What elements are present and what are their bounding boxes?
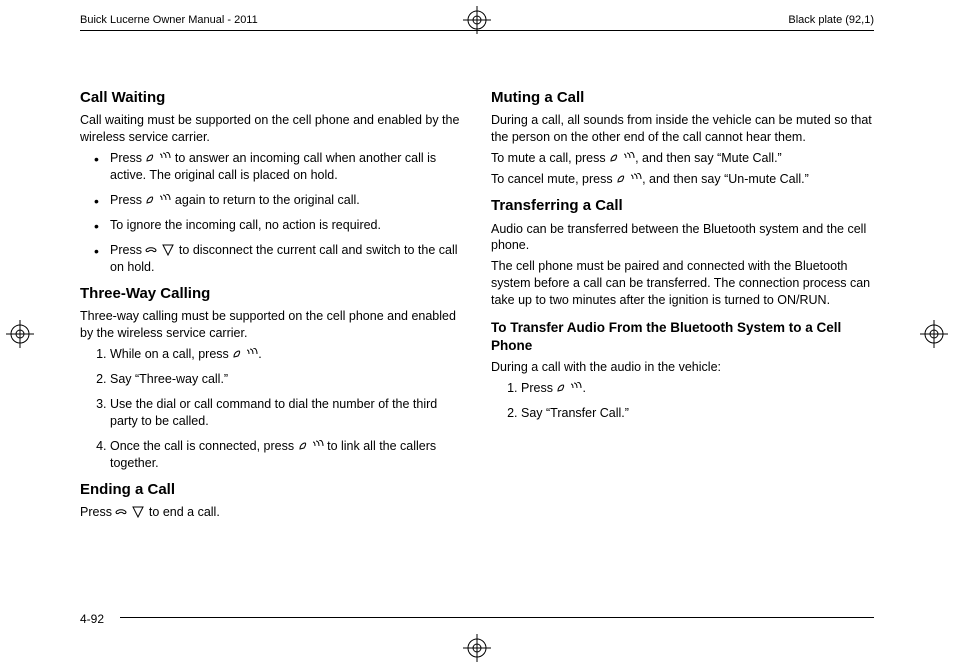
footer-rule	[120, 617, 874, 618]
heading-transfer-sub: To Transfer Audio From the Bluetooth Sys…	[491, 319, 874, 355]
text: .	[258, 347, 261, 361]
heading-ending: Ending a Call	[80, 480, 463, 500]
para: The cell phone must be paired and connec…	[491, 258, 874, 309]
para: Three-way calling must be supported on t…	[80, 308, 463, 342]
para: To cancel mute, press , and then say “Un…	[491, 171, 874, 188]
text: To mute a call, press	[491, 151, 609, 165]
text: Press	[110, 151, 145, 165]
phone-voice-icon	[556, 379, 582, 396]
list-item: Press to answer an incoming call when an…	[110, 150, 463, 184]
text: While on a call, press	[110, 347, 232, 361]
header-right: Black plate (92,1)	[788, 14, 874, 26]
text: To cancel mute, press	[491, 172, 616, 186]
text: , and then say “Un-mute Call.”	[642, 172, 809, 186]
para: During a call with the audio in the vehi…	[491, 359, 874, 376]
text: .	[582, 381, 585, 395]
step-list: Press . Say “Transfer Call.”	[491, 380, 874, 422]
crop-mark-left-icon	[6, 320, 34, 348]
list-item: Once the call is connected, press to lin…	[110, 438, 463, 472]
phone-voice-icon	[616, 170, 642, 187]
para: Press to end a call.	[80, 504, 463, 521]
list-item: Say “Three-way call.”	[110, 371, 463, 388]
para: Call waiting must be supported on the ce…	[80, 112, 463, 146]
list-item: Say “Transfer Call.”	[521, 405, 874, 422]
heading-call-waiting: Call Waiting	[80, 88, 463, 108]
heading-transferring: Transferring a Call	[491, 196, 874, 216]
heading-muting: Muting a Call	[491, 88, 874, 108]
right-column: Muting a Call During a call, all sounds …	[491, 80, 874, 608]
list-item: To ignore the incoming call, no action i…	[110, 217, 463, 234]
list-item: Press to disconnect the current call and…	[110, 242, 463, 276]
bullet-list: Press to answer an incoming call when an…	[80, 150, 463, 276]
phone-voice-icon	[145, 191, 171, 208]
text: again to return to the original call.	[175, 193, 360, 207]
text: Press	[110, 193, 145, 207]
text: to end a call.	[149, 505, 220, 519]
text: Press	[80, 505, 115, 519]
crop-mark-bottom-icon	[463, 634, 491, 662]
header-left: Buick Lucerne Owner Manual - 2011	[80, 14, 258, 26]
list-item: While on a call, press .	[110, 346, 463, 363]
para: During a call, all sounds from inside th…	[491, 112, 874, 146]
phone-voice-icon	[145, 149, 171, 166]
text: Press	[110, 243, 145, 257]
para: Audio can be transferred between the Blu…	[491, 221, 874, 255]
step-list: While on a call, press . Say “Three-way …	[80, 346, 463, 472]
header-rule	[80, 30, 874, 31]
page-number: 4-92	[80, 612, 112, 626]
phone-voice-icon	[232, 345, 258, 362]
left-column: Call Waiting Call waiting must be suppor…	[80, 80, 463, 608]
list-item: Press .	[521, 380, 874, 397]
text: Press	[521, 381, 556, 395]
para: To mute a call, press , and then say “Mu…	[491, 150, 874, 167]
phone-voice-icon	[298, 437, 324, 454]
hangup-mute-icon	[145, 241, 175, 258]
hangup-mute-icon	[115, 503, 145, 520]
crop-mark-right-icon	[920, 320, 948, 348]
page-body: Call Waiting Call waiting must be suppor…	[80, 80, 874, 608]
list-item: Press again to return to the original ca…	[110, 192, 463, 209]
list-item: Use the dial or call command to dial the…	[110, 396, 463, 430]
text: , and then say “Mute Call.”	[635, 151, 782, 165]
phone-voice-icon	[609, 149, 635, 166]
heading-three-way: Three-Way Calling	[80, 284, 463, 304]
text: Once the call is connected, press	[110, 439, 298, 453]
